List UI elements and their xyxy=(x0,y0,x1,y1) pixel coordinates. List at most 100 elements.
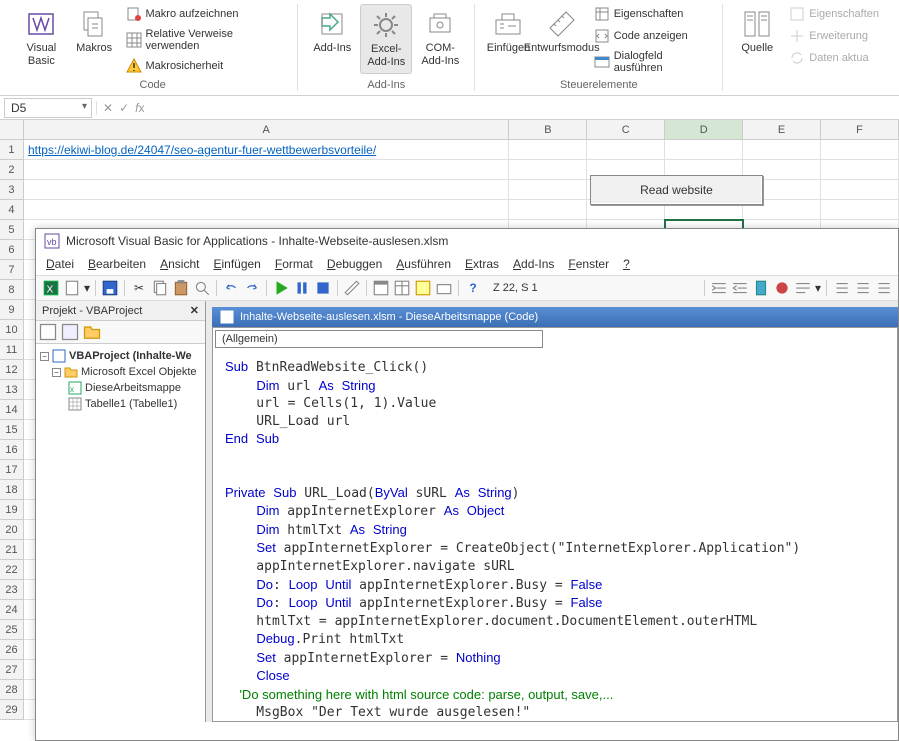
menu-format[interactable]: Format xyxy=(275,257,313,271)
row-header[interactable]: 17 xyxy=(0,460,24,480)
row-header[interactable]: 8 xyxy=(0,280,24,300)
indent-icon[interactable] xyxy=(710,279,728,297)
row-header[interactable]: 10 xyxy=(0,320,24,340)
row-header[interactable]: 12 xyxy=(0,360,24,380)
cancel-icon[interactable]: ✕ xyxy=(103,101,113,115)
row-header[interactable]: 29 xyxy=(0,700,24,720)
cell-F4[interactable] xyxy=(821,200,899,220)
view-code-button[interactable]: Code anzeigen xyxy=(590,26,715,46)
cell-E1[interactable] xyxy=(743,140,821,160)
menu-ansicht[interactable]: Ansicht xyxy=(160,257,199,271)
cell-A4[interactable] xyxy=(24,200,509,220)
cell-B1[interactable] xyxy=(509,140,587,160)
row-header[interactable]: 11 xyxy=(0,340,24,360)
outdent-icon[interactable] xyxy=(731,279,749,297)
menu-?[interactable]: ? xyxy=(623,257,630,271)
cell-C1[interactable] xyxy=(587,140,665,160)
properties-button[interactable]: Eigenschaften xyxy=(590,4,715,24)
cell-B4[interactable] xyxy=(509,200,587,220)
col-header-f[interactable]: F xyxy=(821,120,899,139)
find-icon[interactable] xyxy=(193,279,211,297)
cell-F1[interactable] xyxy=(821,140,899,160)
menu-ausführen[interactable]: Ausführen xyxy=(396,257,451,271)
relative-refs-button[interactable]: Relative Verweise verwenden xyxy=(122,26,290,54)
cell-A2[interactable] xyxy=(24,160,509,180)
row-header[interactable]: 23 xyxy=(0,580,24,600)
cell-B3[interactable] xyxy=(509,180,587,200)
help-icon[interactable]: ? xyxy=(464,279,482,297)
row-header[interactable]: 19 xyxy=(0,500,24,520)
row-header[interactable]: 13 xyxy=(0,380,24,400)
stop-icon[interactable] xyxy=(314,279,332,297)
col-header-d[interactable]: D xyxy=(665,120,743,139)
name-box[interactable]: D5 xyxy=(4,98,92,118)
view-obj-tb-icon[interactable] xyxy=(60,323,80,341)
cut-icon[interactable]: ✂ xyxy=(130,279,148,297)
list3-icon[interactable] xyxy=(874,279,892,297)
cell-A1[interactable]: https://ekiwi-blog.de/24047/seo-agentur-… xyxy=(24,140,509,160)
copy-icon[interactable] xyxy=(151,279,169,297)
tree-item-workbook[interactable]: x DieseArbeitsmappe xyxy=(40,380,201,396)
row-header[interactable]: 3 xyxy=(0,180,24,200)
row-header[interactable]: 27 xyxy=(0,660,24,680)
row-header[interactable]: 28 xyxy=(0,680,24,700)
row-header[interactable]: 6 xyxy=(0,240,24,260)
row-header[interactable]: 7 xyxy=(0,260,24,280)
macro-security-button[interactable]: Makrosicherheit xyxy=(122,56,290,76)
comment-icon[interactable] xyxy=(794,279,812,297)
list2-icon[interactable] xyxy=(853,279,871,297)
breakpoint-icon[interactable] xyxy=(773,279,791,297)
record-macro-button[interactable]: Makro aufzeichnen xyxy=(122,4,290,24)
quelle-button[interactable]: Quelle xyxy=(731,4,783,59)
run-dialog-button[interactable]: Dialogfeld ausführen xyxy=(590,48,715,76)
cell-B2[interactable] xyxy=(509,160,587,180)
row-header[interactable]: 22 xyxy=(0,560,24,580)
bookmark-icon[interactable] xyxy=(752,279,770,297)
menu-add-ins[interactable]: Add-Ins xyxy=(513,257,554,271)
browser-icon[interactable] xyxy=(414,279,432,297)
menu-fenster[interactable]: Fenster xyxy=(568,257,609,271)
tree-root[interactable]: − VBAProject (Inhalte-We xyxy=(40,348,201,364)
addins-button[interactable]: Add-Ins xyxy=(306,4,358,59)
row-header[interactable]: 15 xyxy=(0,420,24,440)
paste-icon[interactable] xyxy=(172,279,190,297)
menu-extras[interactable]: Extras xyxy=(465,257,499,271)
save-icon[interactable] xyxy=(101,279,119,297)
view-excel-icon[interactable]: X xyxy=(42,279,60,297)
accept-icon[interactable]: ✓ xyxy=(119,101,129,115)
run-icon[interactable] xyxy=(272,279,290,297)
row-header[interactable]: 24 xyxy=(0,600,24,620)
row-header[interactable]: 1 xyxy=(0,140,24,160)
design-icon[interactable] xyxy=(343,279,361,297)
pause-icon[interactable] xyxy=(293,279,311,297)
col-header-b[interactable]: B xyxy=(509,120,587,139)
col-header-e[interactable]: E xyxy=(743,120,821,139)
cell-F3[interactable] xyxy=(821,180,899,200)
row-header[interactable]: 9 xyxy=(0,300,24,320)
tree-item-sheet[interactable]: Tabelle1 (Tabelle1) xyxy=(40,396,201,412)
fx-icon[interactable]: fx xyxy=(135,101,144,115)
row-header[interactable]: 4 xyxy=(0,200,24,220)
row-header[interactable]: 26 xyxy=(0,640,24,660)
code-editor[interactable]: Sub BtnReadWebsite_Click() Dim url As St… xyxy=(212,350,898,722)
close-icon[interactable]: ✕ xyxy=(190,304,199,317)
tree-folder[interactable]: − Microsoft Excel Objekte xyxy=(40,364,201,380)
row-header[interactable]: 5 xyxy=(0,220,24,240)
menu-datei[interactable]: Datei xyxy=(46,257,74,271)
menu-debuggen[interactable]: Debuggen xyxy=(327,257,382,271)
formula-input[interactable] xyxy=(150,101,899,115)
read-website-button[interactable]: Read website xyxy=(590,175,763,205)
makros-button[interactable]: Makros xyxy=(69,4,120,59)
col-header-a[interactable]: A xyxy=(24,120,509,139)
excel-addins-button[interactable]: Excel-Add-Ins xyxy=(360,4,412,74)
row-header[interactable]: 21 xyxy=(0,540,24,560)
col-header-c[interactable]: C xyxy=(587,120,665,139)
cell-D1[interactable] xyxy=(665,140,743,160)
redo-icon[interactable] xyxy=(243,279,261,297)
visual-basic-button[interactable]: Visual Basic xyxy=(16,4,67,72)
com-addins-button[interactable]: COM-Add-Ins xyxy=(414,4,466,72)
list-icon[interactable] xyxy=(832,279,850,297)
row-header[interactable]: 14 xyxy=(0,400,24,420)
design-mode-button[interactable]: Entwurfsmodus xyxy=(536,4,588,59)
code-object-dropdown[interactable]: (Allgemein) xyxy=(215,330,543,348)
